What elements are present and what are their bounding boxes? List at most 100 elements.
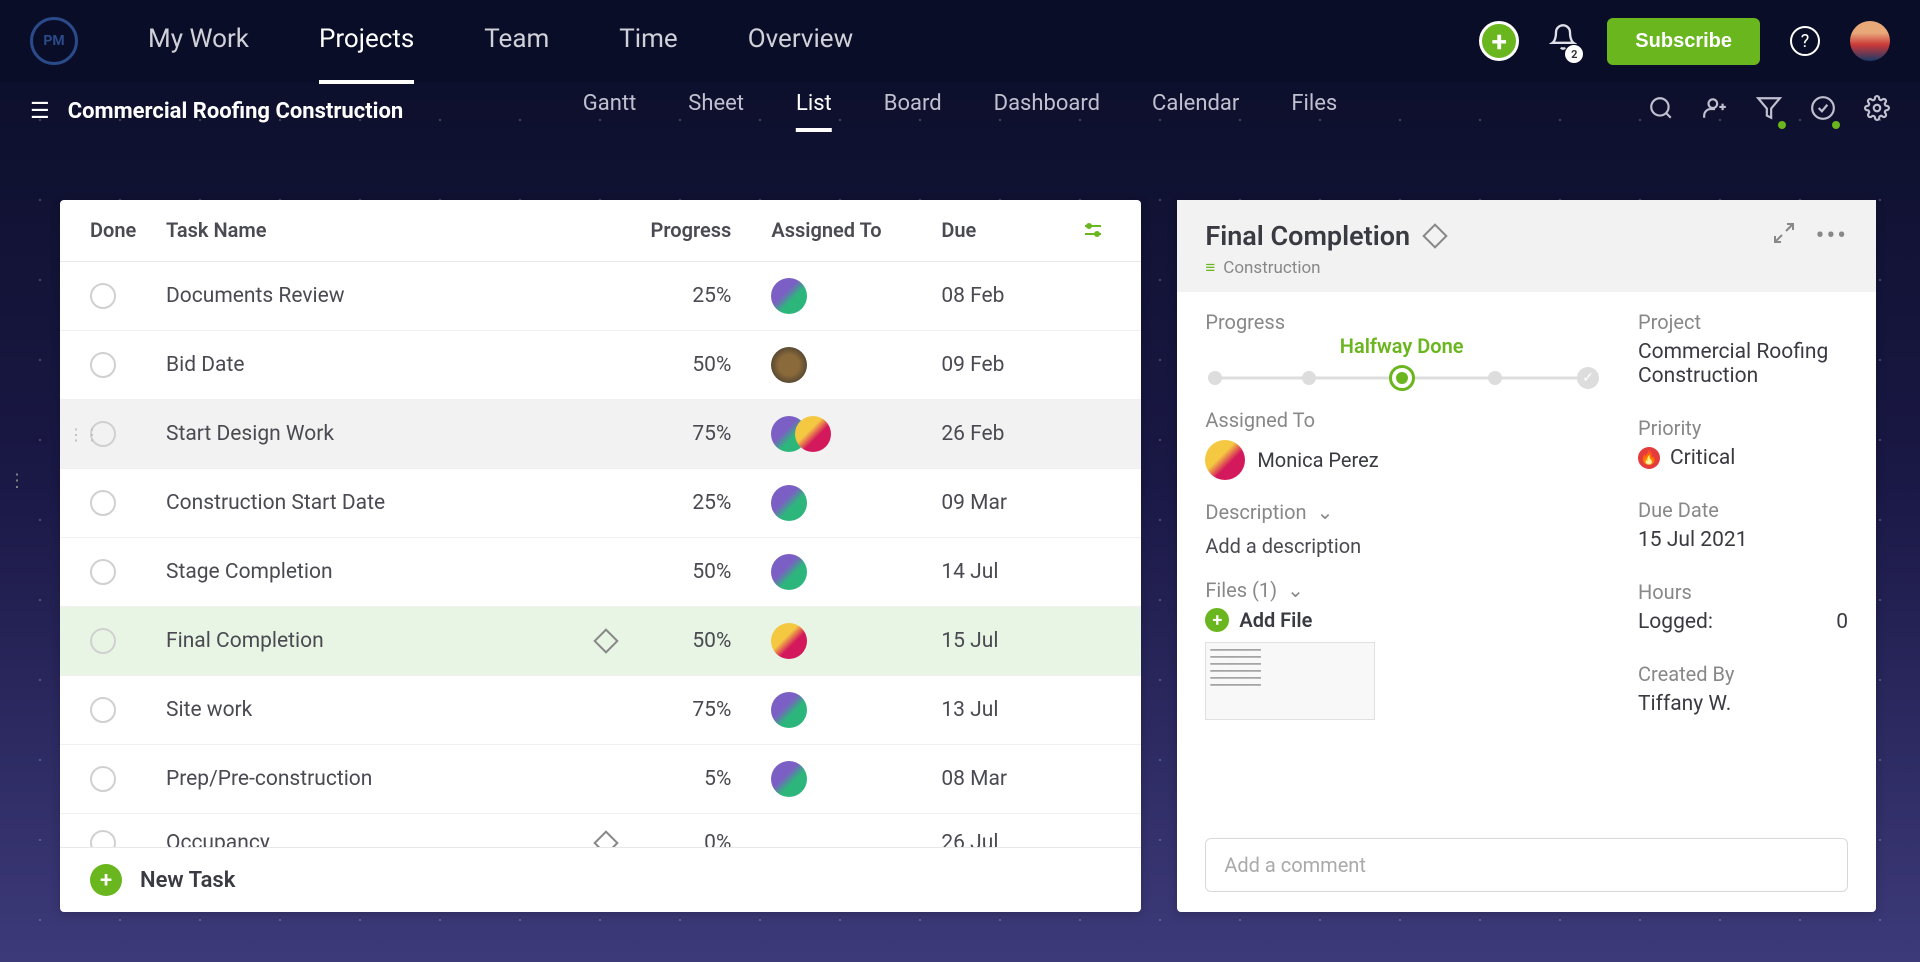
meta-due-date: Due Date 15 Jul 2021 <box>1638 498 1848 552</box>
task-row[interactable]: Construction Start Date 25% 09 Mar <box>60 469 1141 538</box>
detail-title: Final Completion <box>1205 220 1410 252</box>
header-due: Due <box>941 218 1081 247</box>
assigned-section: Assigned To Monica Perez <box>1205 408 1598 480</box>
comment-input[interactable]: Add a comment <box>1205 838 1848 892</box>
tab-gantt[interactable]: Gantt <box>583 91 637 132</box>
description-toggle[interactable]: Description ⌄ <box>1205 500 1598 524</box>
user-avatar[interactable] <box>1850 21 1890 61</box>
task-progress: 75% <box>621 422 771 446</box>
task-name: Start Design Work <box>166 422 621 446</box>
task-row[interactable]: Final Completion 50% 15 Jul <box>60 607 1141 676</box>
task-progress: 50% <box>621 629 771 653</box>
toolbar-right <box>1648 95 1890 127</box>
filter-icon[interactable] <box>1756 95 1782 127</box>
task-due: 14 Jul <box>941 560 1081 584</box>
table-header: Done Task Name Progress Assigned To Due <box>60 200 1141 262</box>
task-list-panel: Done Task Name Progress Assigned To Due … <box>60 200 1141 912</box>
done-checkbox[interactable] <box>90 283 116 309</box>
done-checkbox[interactable] <box>90 559 116 585</box>
nav-time[interactable]: Time <box>619 24 677 84</box>
task-row[interactable]: Site work 75% 13 Jul <box>60 676 1141 745</box>
avatar-icon <box>771 623 807 659</box>
project-title: Commercial Roofing Construction <box>68 99 403 124</box>
milestone-icon <box>1422 223 1447 248</box>
tab-files[interactable]: Files <box>1291 91 1337 132</box>
task-due: 08 Feb <box>941 284 1081 308</box>
priority-value[interactable]: 🔥 Critical <box>1638 446 1848 470</box>
nav-right: + 2 Subscribe ? <box>1479 18 1890 65</box>
task-due: 09 Mar <box>941 491 1081 515</box>
help-icon[interactable]: ? <box>1790 26 1820 56</box>
task-row[interactable]: Occupancy 0% 26 Jul <box>60 814 1141 847</box>
done-checkbox[interactable] <box>90 490 116 516</box>
column-settings-icon[interactable] <box>1081 218 1111 247</box>
notifications-button[interactable]: 2 <box>1549 23 1577 59</box>
more-icon[interactable]: ••• <box>1816 221 1848 251</box>
tab-dashboard[interactable]: Dashboard <box>994 91 1100 132</box>
breadcrumb[interactable]: ≡ Construction <box>1205 258 1848 278</box>
description-input[interactable]: Add a description <box>1205 534 1598 558</box>
nav-team[interactable]: Team <box>484 24 549 84</box>
progress-slider[interactable]: ✓ <box>1215 368 1588 388</box>
meta-value: Commercial Roofing Construction <box>1638 340 1848 388</box>
tab-board[interactable]: Board <box>884 91 942 132</box>
subscribe-button[interactable]: Subscribe <box>1607 18 1760 65</box>
done-checkbox[interactable] <box>90 830 116 847</box>
nav-overview[interactable]: Overview <box>748 24 853 84</box>
done-checkbox[interactable] <box>90 697 116 723</box>
task-assignees <box>771 623 941 659</box>
fire-icon: 🔥 <box>1638 447 1660 469</box>
assigned-label: Assigned To <box>1205 408 1598 432</box>
meta-hours: Hours Logged: 0 <box>1638 580 1848 634</box>
new-task-button[interactable]: + New Task <box>60 847 1141 912</box>
task-detail-panel: Final Completion ••• ≡ Construction Prog… <box>1177 200 1876 912</box>
check-circle-icon[interactable] <box>1810 95 1836 127</box>
task-row[interactable]: Bid Date 50% 09 Feb <box>60 331 1141 400</box>
meta-label: Priority <box>1638 416 1848 440</box>
file-thumbnail[interactable]: ━━━━━━━━━━━━━━━━━━━━━━━━━━━━━━━━━━━━━━━━… <box>1205 642 1375 720</box>
done-checkbox[interactable] <box>90 352 116 378</box>
task-row[interactable]: Documents Review 25% 08 Feb <box>60 262 1141 331</box>
task-due: 26 Jul <box>941 831 1081 847</box>
task-name: Site work <box>166 698 621 722</box>
task-name: Occupancy <box>166 831 621 847</box>
files-toggle[interactable]: Files (1) ⌄ <box>1205 578 1598 602</box>
task-row[interactable]: Prep/Pre-construction 5% 08 Mar <box>60 745 1141 814</box>
add-person-icon[interactable] <box>1702 95 1728 127</box>
app-logo[interactable]: PM <box>30 17 78 65</box>
add-file-button[interactable]: + Add File <box>1205 608 1598 632</box>
meta-value: Tiffany W. <box>1638 692 1848 716</box>
done-checkbox[interactable] <box>90 766 116 792</box>
assignee-row[interactable]: Monica Perez <box>1205 440 1598 480</box>
done-checkbox[interactable] <box>90 628 116 654</box>
avatar-icon <box>771 761 807 797</box>
gear-icon[interactable] <box>1864 95 1890 127</box>
files-section: Files (1) ⌄ + Add File ━━━━━━━━━━━━━━━━━… <box>1205 578 1598 720</box>
new-task-label: New Task <box>140 868 235 893</box>
detail-header: Final Completion ••• ≡ Construction <box>1177 200 1876 292</box>
header-progress: Progress <box>621 218 771 247</box>
plus-icon: + <box>90 864 122 896</box>
menu-icon[interactable]: ☰ <box>30 99 50 124</box>
nav-projects[interactable]: Projects <box>319 24 414 84</box>
expand-icon[interactable] <box>1772 221 1796 251</box>
tab-calendar[interactable]: Calendar <box>1152 91 1239 132</box>
sub-nav: ☰ Commercial Roofing Construction Gantt … <box>0 82 1920 140</box>
search-icon[interactable] <box>1648 95 1674 127</box>
left-handle-icon[interactable]: ⋮ <box>8 471 26 492</box>
task-progress: 50% <box>621 353 771 377</box>
avatar-icon <box>771 485 807 521</box>
meta-value[interactable]: 15 Jul 2021 <box>1638 528 1848 552</box>
drag-handle-icon[interactable]: ⋮⋮ <box>68 425 100 444</box>
tab-list[interactable]: List <box>796 91 832 132</box>
tab-sheet[interactable]: Sheet <box>688 91 744 132</box>
nav-my-work[interactable]: My Work <box>148 24 249 84</box>
header-assigned: Assigned To <box>771 218 941 247</box>
task-row[interactable]: ⋮⋮ Start Design Work 75% 26 Feb <box>60 400 1141 469</box>
task-assignees <box>771 278 941 314</box>
header-done: Done <box>90 218 166 247</box>
task-row[interactable]: Stage Completion 50% 14 Jul <box>60 538 1141 607</box>
add-button[interactable]: + <box>1479 21 1519 61</box>
task-name: Bid Date <box>166 353 621 377</box>
task-assignees <box>771 347 941 383</box>
